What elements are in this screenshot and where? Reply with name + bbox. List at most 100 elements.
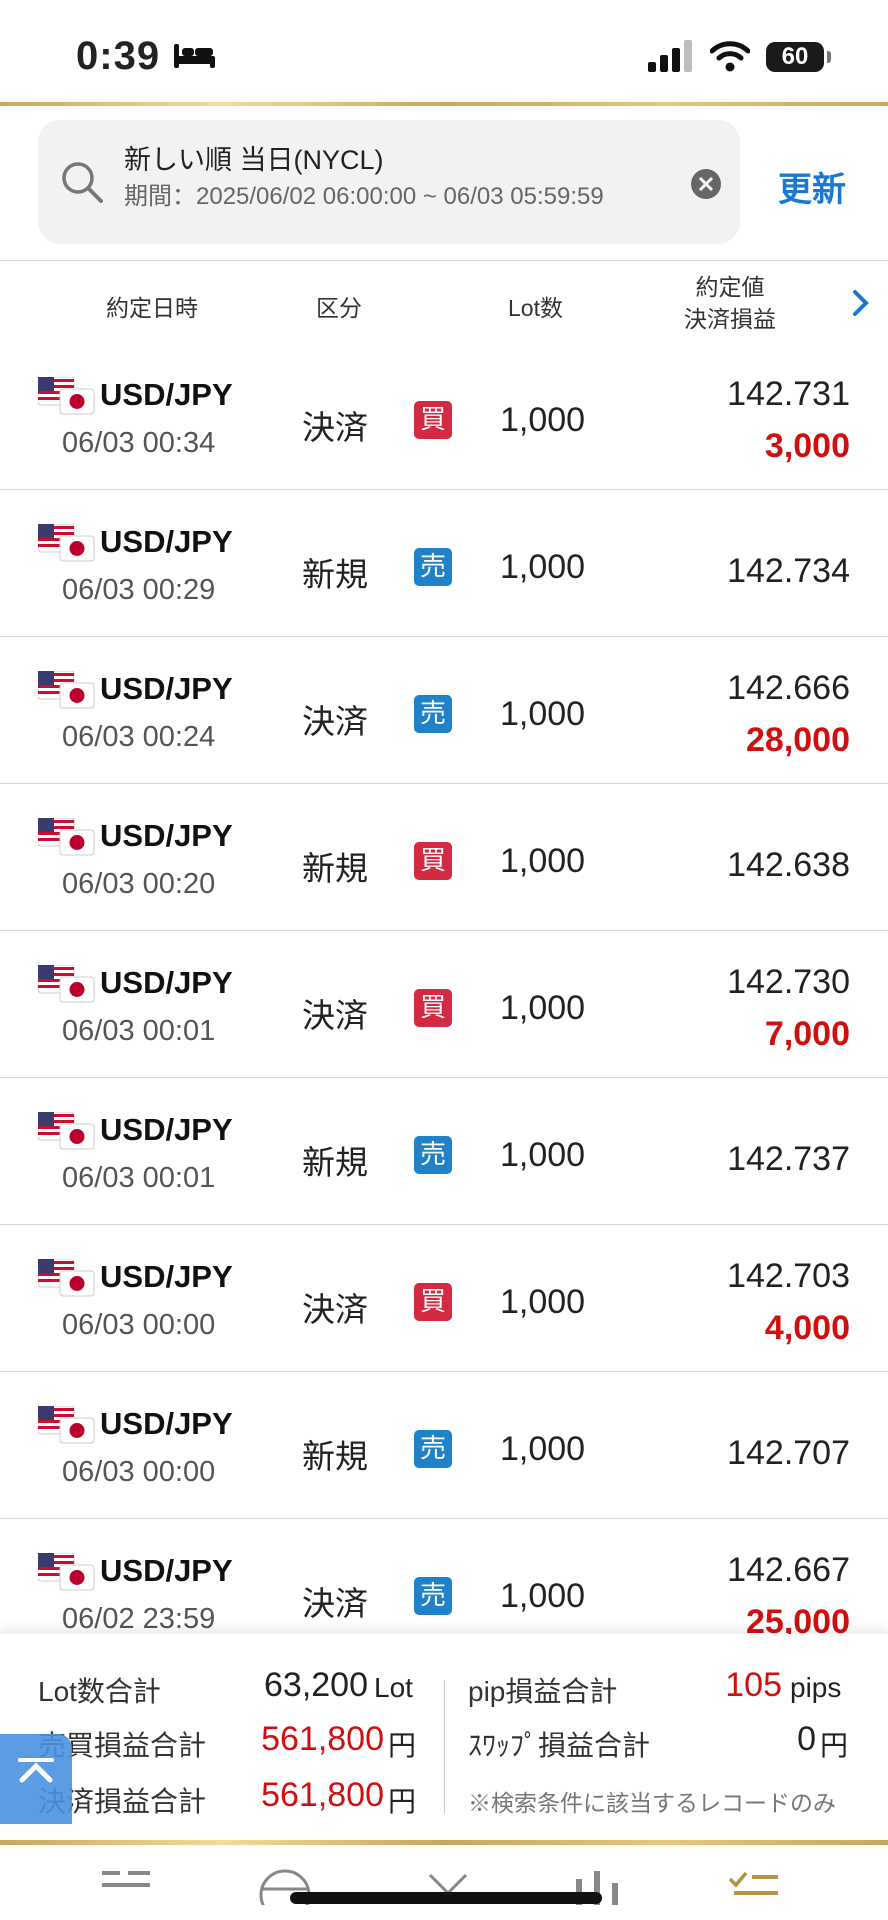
order-kind: 決済 [302,702,368,741]
search-icon [62,162,103,203]
tab-menu-icon[interactable] [98,1865,156,1905]
us-jp-flag-icon [38,1112,95,1150]
currency-pair: USD/JPY [100,377,233,412]
lot-amount: 1,000 [500,1283,586,1321]
swap-total-value: 0 [797,1720,816,1758]
swap-total-unit: 円 [820,1730,849,1761]
execution-price: 142.731 [727,375,850,413]
us-jp-flag-icon [38,1406,95,1444]
pip-total-value: 105 [725,1666,782,1704]
lot-amount: 1,000 [500,1430,586,1468]
execution-time: 06/03 00:01 [62,1015,216,1047]
trade-pl-value: 561,800 [261,1720,384,1758]
search-period-label: 期間：2025/06/02 06:00:00 ~ 06/03 05:59:59 [124,183,604,210]
battery-indicator: 60 [766,42,831,72]
column-header-price: 約定値 決済損益 [684,271,776,335]
table-row[interactable]: USD/JPY 06/03 00:01 決済 買 1,000 142.730 7… [0,931,888,1078]
buy-badge: 買 [414,1283,452,1321]
column-header-kubun: 区分 [316,295,362,321]
execution-time: 06/03 00:00 [62,1309,216,1341]
sell-badge: 売 [414,695,452,733]
execution-time: 06/03 00:20 [62,868,216,900]
execution-time: 06/03 00:01 [62,1162,216,1194]
search-sort-label: 新しい順 当日(NYCL) [124,145,384,175]
lot-amount: 1,000 [500,1577,586,1615]
order-kind: 決済 [302,408,368,447]
execution-time: 06/03 00:00 [62,1456,216,1488]
bottom-tab-bar [0,1845,888,1920]
summary-note: ※検索条件に該当するレコードのみ [468,1790,836,1816]
us-jp-flag-icon [38,377,95,415]
settle-pl-value: 561,800 [261,1776,384,1814]
order-kind: 新規 [302,1143,368,1182]
order-kind: 決済 [302,1290,368,1329]
lot-amount: 1,000 [500,1136,586,1174]
us-jp-flag-icon [38,524,95,562]
summary-panel: Lot数合計 63,200 Lot 売買損益合計 561,800 円 決済損益合… [0,1634,888,1840]
column-header-price-line1: 約定値 [695,274,765,300]
status-bar: 0:39 60 [0,0,888,104]
table-row[interactable]: USD/JPY 06/03 00:00 新規 売 1,000 142.707 [0,1372,888,1519]
execution-price: 142.666 [727,669,850,707]
execution-time: 06/03 00:24 [62,721,216,753]
summary-divider [444,1680,445,1814]
lot-total-unit: Lot [374,1672,413,1703]
buy-badge: 買 [414,989,452,1027]
pip-total-unit: pips [790,1672,842,1703]
clear-search-icon[interactable] [690,168,722,200]
scroll-to-top-button[interactable] [0,1734,72,1824]
table-header: 約定日時 区分 Lot数 約定値 決済損益 [0,260,888,344]
tab-history-icon[interactable] [726,1865,784,1905]
refresh-button[interactable]: 更新 [778,162,846,211]
execution-time: 06/02 23:59 [62,1603,216,1635]
chevron-right-icon[interactable] [852,289,870,317]
swap-total-label: ｽﾜｯﾌﾟ損益合計 [468,1730,651,1761]
pip-total-label: pip損益合計 [468,1676,618,1707]
currency-pair: USD/JPY [100,671,233,706]
execution-price: 142.734 [727,552,850,590]
currency-pair: USD/JPY [100,524,233,559]
settlement-pl: 3,000 [764,427,850,465]
execution-price: 142.707 [727,1434,850,1472]
sell-badge: 売 [414,1136,452,1174]
order-kind: 決済 [302,1584,368,1623]
lot-amount: 1,000 [500,842,586,880]
currency-pair: USD/JPY [100,1406,233,1441]
trade-pl-unit: 円 [388,1730,417,1761]
execution-price: 142.638 [727,846,850,884]
sleep-bed-icon [174,44,215,68]
table-row[interactable]: USD/JPY 06/03 00:24 決済 売 1,000 142.666 2… [0,637,888,784]
us-jp-flag-icon [38,818,95,856]
lot-total-label: Lot数合計 [38,1676,161,1707]
order-kind: 新規 [302,1437,368,1476]
table-row[interactable]: USD/JPY 06/03 00:34 決済 買 1,000 142.731 3… [0,343,888,490]
settle-pl-unit: 円 [388,1786,417,1817]
execution-time: 06/03 00:34 [62,427,216,459]
table-row[interactable]: USD/JPY 06/03 00:00 決済 買 1,000 142.703 4… [0,1225,888,1372]
execution-price: 142.667 [727,1551,850,1589]
lot-amount: 1,000 [500,989,586,1027]
chevron-up-icon [18,1758,54,1783]
order-kind: 決済 [302,996,368,1035]
currency-pair: USD/JPY [100,1259,233,1294]
currency-pair: USD/JPY [100,1112,233,1147]
execution-price: 142.730 [727,963,850,1001]
sell-badge: 売 [414,1430,452,1468]
table-row[interactable]: USD/JPY 06/03 00:01 新規 売 1,000 142.737 [0,1078,888,1225]
search-area: 新しい順 当日(NYCL) 期間：2025/06/02 06:00:00 ~ 0… [0,106,888,260]
lot-amount: 1,000 [500,695,586,733]
table-row[interactable]: USD/JPY 06/03 00:29 新規 売 1,000 142.734 [0,490,888,637]
sell-badge: 売 [414,1577,452,1615]
currency-pair: USD/JPY [100,1553,233,1588]
table-row[interactable]: USD/JPY 06/03 00:20 新規 買 1,000 142.638 [0,784,888,931]
settlement-pl: 4,000 [764,1309,850,1347]
currency-pair: USD/JPY [100,818,233,853]
lot-total-value: 63,200 [264,1666,368,1704]
wifi-icon [710,41,750,72]
us-jp-flag-icon [38,1553,95,1591]
execution-price: 142.703 [727,1257,850,1295]
search-condition-box[interactable]: 新しい順 当日(NYCL) 期間：2025/06/02 06:00:00 ~ 0… [38,120,740,244]
buy-badge: 買 [414,401,452,439]
status-time: 0:39 [76,34,161,78]
order-kind: 新規 [302,555,368,594]
